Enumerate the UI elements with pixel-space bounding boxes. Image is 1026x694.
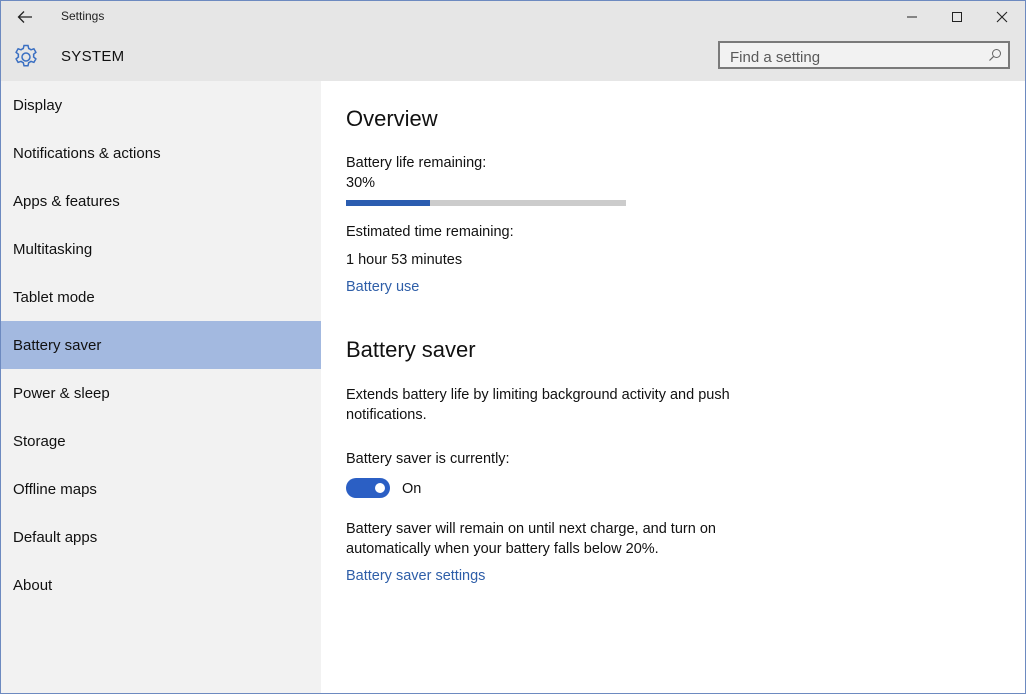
- battery-life-value: 30%: [346, 175, 376, 191]
- estimated-time-value: 1 hour 53 minutes: [346, 252, 463, 268]
- sidebar-item-label: Storage: [13, 432, 66, 450]
- maximize-button[interactable]: [934, 3, 980, 31]
- sidebar-item-multitasking[interactable]: Multitasking: [1, 225, 321, 273]
- battery-saver-toggle[interactable]: [346, 478, 390, 498]
- settings-window: Settings SYSTEM Display Notifica: [0, 0, 1026, 694]
- battery-progress-bar: [346, 200, 626, 206]
- battery-use-link[interactable]: Battery use: [346, 279, 419, 295]
- search-input[interactable]: [728, 46, 982, 68]
- battery-saver-info-2: automatically when your battery falls be…: [346, 541, 659, 557]
- toggle-knob: [375, 483, 385, 493]
- battery-saver-settings-link[interactable]: Battery saver settings: [346, 568, 485, 584]
- title-bar: Settings: [1, 1, 1025, 33]
- sidebar-nav: Display Notifications & actions Apps & f…: [1, 81, 321, 693]
- arrow-left-icon: [17, 11, 32, 23]
- sidebar-item-label: Apps & features: [13, 192, 120, 210]
- battery-saver-info-1: Battery saver will remain on until next …: [346, 521, 716, 537]
- sidebar-item-storage[interactable]: Storage: [1, 417, 321, 465]
- sidebar-item-label: Default apps: [13, 528, 98, 546]
- section-title: SYSTEM: [61, 48, 125, 65]
- sidebar-item-about[interactable]: About: [1, 561, 321, 609]
- battery-saver-heading: Battery saver: [346, 337, 476, 362]
- back-button[interactable]: [11, 5, 39, 29]
- sidebar-item-label: Power & sleep: [13, 384, 110, 402]
- sidebar-item-label: Multitasking: [13, 240, 93, 258]
- sidebar-item-power-sleep[interactable]: Power & sleep: [1, 369, 321, 417]
- search-icon[interactable]: [988, 48, 1002, 62]
- minimize-icon: [907, 16, 917, 18]
- gear-icon: [15, 44, 37, 67]
- battery-progress-fill: [346, 200, 430, 206]
- sidebar-item-label: Notifications & actions: [13, 144, 161, 162]
- battery-saver-description-1: Extends battery life by limiting backgro…: [346, 387, 730, 403]
- sidebar-item-label: About: [13, 576, 53, 594]
- sidebar-item-apps-features[interactable]: Apps & features: [1, 177, 321, 225]
- toggle-state-label: On: [402, 481, 422, 497]
- close-icon: [996, 11, 1008, 23]
- sidebar-item-label: Display: [13, 96, 63, 114]
- sidebar-item-offline-maps[interactable]: Offline maps: [1, 465, 321, 513]
- sidebar-item-default-apps[interactable]: Default apps: [1, 513, 321, 561]
- battery-life-label: Battery life remaining:: [346, 155, 487, 171]
- sidebar-item-label: Battery saver: [13, 336, 102, 354]
- page-header: SYSTEM: [1, 33, 1025, 81]
- sidebar-item-notifications[interactable]: Notifications & actions: [1, 129, 321, 177]
- sidebar-item-label: Tablet mode: [13, 288, 95, 306]
- battery-saver-description-2: notifications.: [346, 407, 427, 423]
- sidebar-item-battery-saver[interactable]: Battery saver: [1, 321, 321, 369]
- window-title: Settings: [61, 9, 105, 23]
- battery-saver-status-label: Battery saver is currently:: [346, 451, 510, 467]
- estimated-time-label: Estimated time remaining:: [346, 224, 514, 240]
- sidebar-item-display[interactable]: Display: [1, 81, 321, 129]
- maximize-icon: [952, 12, 962, 22]
- close-button[interactable]: [979, 3, 1025, 31]
- sidebar-item-label: Offline maps: [13, 480, 97, 498]
- search-box[interactable]: [718, 41, 1010, 69]
- overview-heading: Overview: [346, 106, 438, 131]
- sidebar-item-tablet-mode[interactable]: Tablet mode: [1, 273, 321, 321]
- minimize-button[interactable]: [889, 3, 935, 31]
